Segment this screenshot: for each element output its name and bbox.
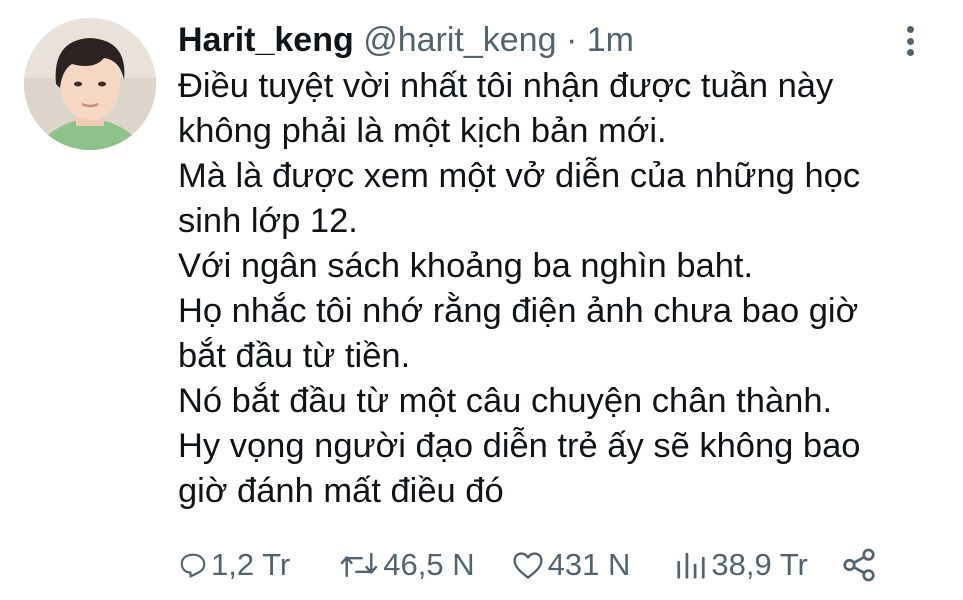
tweet-line: không phải là một kịch bản mới. bbox=[178, 112, 667, 150]
tweet-line: Điều tuyệt vời nhất tôi nhận được tuần n… bbox=[178, 67, 834, 105]
timestamp[interactable]: 1m bbox=[587, 21, 634, 59]
views-button[interactable]: 38,9 Tr bbox=[674, 547, 808, 583]
more-options-icon[interactable] bbox=[896, 22, 924, 60]
reply-count: 1,2 Tr bbox=[211, 547, 291, 582]
tweet-line: bắt đầu từ tiền. bbox=[178, 337, 411, 375]
more-dot bbox=[906, 37, 914, 45]
heart-icon bbox=[513, 552, 543, 579]
share-button[interactable] bbox=[840, 546, 878, 584]
display-name[interactable]: Harit_keng bbox=[178, 21, 354, 59]
tweet-line: sinh lớp 12. bbox=[178, 202, 358, 240]
tweet-line: Hy vọng người đạo diễn trẻ ấy sẽ không b… bbox=[178, 427, 861, 465]
like-button[interactable]: 431 N bbox=[511, 547, 631, 583]
reply-button[interactable]: 1,2 Tr bbox=[178, 547, 290, 583]
more-dot bbox=[906, 49, 914, 56]
avatar[interactable] bbox=[24, 18, 156, 150]
tweet-text: Điều tuyệt vời nhất tôi nhận được tuần n… bbox=[178, 64, 861, 514]
tweet-line: Nó bắt đầu từ một câu chuyện chân thành. bbox=[178, 382, 833, 420]
reply-icon bbox=[180, 553, 206, 578]
views-icon bbox=[677, 552, 705, 579]
user-handle[interactable]: @harit_keng bbox=[363, 21, 556, 59]
tweet-line: giờ đánh mất điều đó bbox=[178, 472, 504, 510]
tweet-actions: 1,2 Tr 46,5 N 431 N 38,9 Tr bbox=[178, 540, 878, 590]
tweet-line: Mà là được xem một vở diễn của những học bbox=[178, 157, 861, 195]
share-icon bbox=[843, 548, 875, 582]
like-count: 431 N bbox=[547, 547, 631, 582]
tweet-line: Họ nhắc tôi nhớ rằng điện ảnh chưa bao g… bbox=[178, 292, 859, 330]
avatar-image bbox=[24, 18, 156, 150]
retweet-icon bbox=[340, 552, 378, 578]
retweet-button[interactable]: 46,5 N bbox=[338, 547, 475, 583]
tweet-line: Với ngân sách khoảng ba nghìn baht. bbox=[178, 247, 754, 285]
more-dot bbox=[906, 26, 914, 33]
tweet-header: Harit_keng @harit_keng · 1m bbox=[178, 16, 634, 64]
views-count: 38,9 Tr bbox=[711, 547, 808, 582]
retweet-count: 46,5 N bbox=[383, 547, 475, 582]
separator-dot: · bbox=[565, 21, 578, 59]
